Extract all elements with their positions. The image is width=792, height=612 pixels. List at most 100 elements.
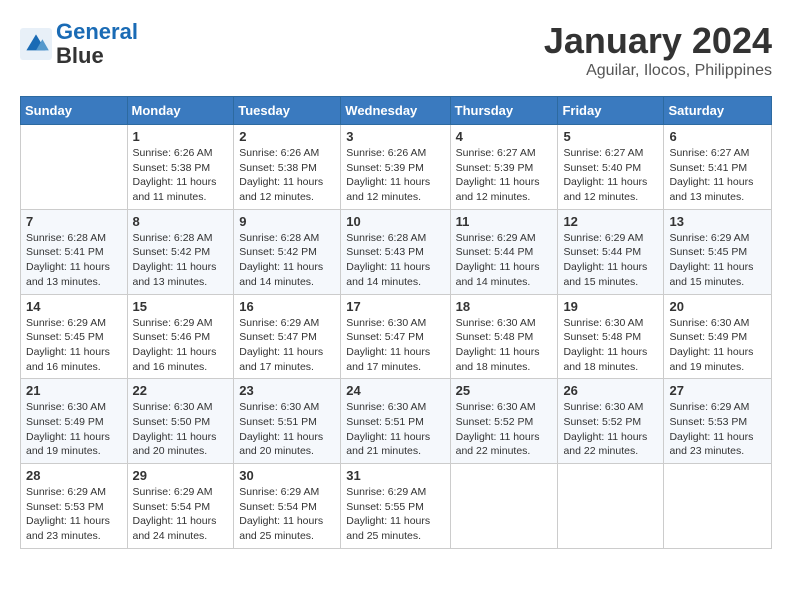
calendar-header: SundayMondayTuesdayWednesdayThursdayFrid… xyxy=(21,97,772,125)
day-number: 13 xyxy=(669,214,766,229)
day-number: 8 xyxy=(133,214,229,229)
calendar-cell: 27 Sunrise: 6:29 AM Sunset: 5:53 PM Dayli… xyxy=(664,379,772,464)
day-number: 30 xyxy=(239,468,335,483)
day-number: 25 xyxy=(456,383,553,398)
weekday-header-saturday: Saturday xyxy=(664,97,772,125)
calendar-cell: 3 Sunrise: 6:26 AM Sunset: 5:39 PM Daylig… xyxy=(341,125,450,210)
calendar-week-5: 28 Sunrise: 6:29 AM Sunset: 5:53 PM Dayli… xyxy=(21,464,772,549)
calendar-cell: 8Sunrise: 6:28 AM Sunset: 5:42 PM Daylig… xyxy=(127,209,234,294)
calendar-cell: 25 Sunrise: 6:30 AM Sunset: 5:52 PM Dayli… xyxy=(450,379,558,464)
day-number: 27 xyxy=(669,383,766,398)
day-number: 22 xyxy=(133,383,229,398)
calendar-week-1: 1Sunrise: 6:26 AM Sunset: 5:38 PM Daylig… xyxy=(21,125,772,210)
day-info: Sunrise: 6:30 AM Sunset: 5:49 PM Dayligh… xyxy=(669,316,766,375)
logo-icon xyxy=(20,28,52,60)
day-number: 4 xyxy=(456,129,553,144)
day-info: Sunrise: 6:30 AM Sunset: 5:48 PM Dayligh… xyxy=(456,316,553,375)
day-info: Sunrise: 6:30 AM Sunset: 5:51 PM Dayligh… xyxy=(239,400,335,459)
calendar-cell: 23 Sunrise: 6:30 AM Sunset: 5:51 PM Dayli… xyxy=(234,379,341,464)
day-number: 24 xyxy=(346,383,444,398)
calendar-cell: 31 Sunrise: 6:29 AM Sunset: 5:55 PM Dayli… xyxy=(341,464,450,549)
calendar-cell xyxy=(21,125,128,210)
calendar-cell: 12 Sunrise: 6:29 AM Sunset: 5:44 PM Dayli… xyxy=(558,209,664,294)
day-info: Sunrise: 6:29 AM Sunset: 5:45 PM Dayligh… xyxy=(669,231,766,290)
calendar-cell: 22 Sunrise: 6:30 AM Sunset: 5:50 PM Dayli… xyxy=(127,379,234,464)
calendar-cell: 18 Sunrise: 6:30 AM Sunset: 5:48 PM Dayli… xyxy=(450,294,558,379)
day-info: Sunrise: 6:29 AM Sunset: 5:44 PM Dayligh… xyxy=(563,231,658,290)
calendar-cell: 4 Sunrise: 6:27 AM Sunset: 5:39 PM Daylig… xyxy=(450,125,558,210)
calendar-cell: 30 Sunrise: 6:29 AM Sunset: 5:54 PM Dayli… xyxy=(234,464,341,549)
weekday-header-friday: Friday xyxy=(558,97,664,125)
day-info: Sunrise: 6:29 AM Sunset: 5:47 PM Dayligh… xyxy=(239,316,335,375)
day-info: Sunrise: 6:26 AM Sunset: 5:39 PM Dayligh… xyxy=(346,146,444,205)
day-number: 7 xyxy=(26,214,122,229)
calendar-cell: 6 Sunrise: 6:27 AM Sunset: 5:41 PM Daylig… xyxy=(664,125,772,210)
calendar-cell: 29Sunrise: 6:29 AM Sunset: 5:54 PM Dayli… xyxy=(127,464,234,549)
calendar-cell: 1Sunrise: 6:26 AM Sunset: 5:38 PM Daylig… xyxy=(127,125,234,210)
weekday-header-row: SundayMondayTuesdayWednesdayThursdayFrid… xyxy=(21,97,772,125)
calendar-cell: 2 Sunrise: 6:26 AM Sunset: 5:38 PM Daylig… xyxy=(234,125,341,210)
day-number: 28 xyxy=(26,468,122,483)
day-number: 11 xyxy=(456,214,553,229)
calendar-cell: 16 Sunrise: 6:29 AM Sunset: 5:47 PM Dayli… xyxy=(234,294,341,379)
day-info: Sunrise: 6:29 AM Sunset: 5:54 PM Dayligh… xyxy=(239,485,335,544)
calendar-cell: 19Sunrise: 6:30 AM Sunset: 5:48 PM Dayli… xyxy=(558,294,664,379)
calendar-cell: 15 Sunrise: 6:29 AM Sunset: 5:46 PM Dayli… xyxy=(127,294,234,379)
calendar-cell: 14 Sunrise: 6:29 AM Sunset: 5:45 PM Dayli… xyxy=(21,294,128,379)
page-header: General Blue January 2024 Aguilar, Iloco… xyxy=(20,20,772,80)
day-number: 15 xyxy=(133,299,229,314)
day-number: 14 xyxy=(26,299,122,314)
day-info: Sunrise: 6:30 AM Sunset: 5:50 PM Dayligh… xyxy=(133,400,229,459)
calendar-cell: 28 Sunrise: 6:29 AM Sunset: 5:53 PM Dayli… xyxy=(21,464,128,549)
day-number: 3 xyxy=(346,129,444,144)
day-info: Sunrise: 6:30 AM Sunset: 5:52 PM Dayligh… xyxy=(456,400,553,459)
day-info: Sunrise: 6:29 AM Sunset: 5:45 PM Dayligh… xyxy=(26,316,122,375)
calendar-cell: 26Sunrise: 6:30 AM Sunset: 5:52 PM Dayli… xyxy=(558,379,664,464)
day-info: Sunrise: 6:30 AM Sunset: 5:51 PM Dayligh… xyxy=(346,400,444,459)
calendar-cell xyxy=(664,464,772,549)
location-subtitle: Aguilar, Ilocos, Philippines xyxy=(544,62,772,80)
calendar-week-2: 7Sunrise: 6:28 AM Sunset: 5:41 PM Daylig… xyxy=(21,209,772,294)
day-info: Sunrise: 6:29 AM Sunset: 5:54 PM Dayligh… xyxy=(133,485,229,544)
calendar-body: 1Sunrise: 6:26 AM Sunset: 5:38 PM Daylig… xyxy=(21,125,772,549)
day-number: 6 xyxy=(669,129,766,144)
day-number: 20 xyxy=(669,299,766,314)
calendar-cell xyxy=(450,464,558,549)
day-info: Sunrise: 6:26 AM Sunset: 5:38 PM Dayligh… xyxy=(239,146,335,205)
logo: General Blue xyxy=(20,20,138,68)
calendar-cell: 10Sunrise: 6:28 AM Sunset: 5:43 PM Dayli… xyxy=(341,209,450,294)
day-number: 12 xyxy=(563,214,658,229)
day-number: 16 xyxy=(239,299,335,314)
day-info: Sunrise: 6:29 AM Sunset: 5:46 PM Dayligh… xyxy=(133,316,229,375)
calendar-cell: 17Sunrise: 6:30 AM Sunset: 5:47 PM Dayli… xyxy=(341,294,450,379)
calendar-cell: 21Sunrise: 6:30 AM Sunset: 5:49 PM Dayli… xyxy=(21,379,128,464)
weekday-header-thursday: Thursday xyxy=(450,97,558,125)
day-info: Sunrise: 6:30 AM Sunset: 5:47 PM Dayligh… xyxy=(346,316,444,375)
calendar-cell xyxy=(558,464,664,549)
weekday-header-wednesday: Wednesday xyxy=(341,97,450,125)
day-info: Sunrise: 6:27 AM Sunset: 5:40 PM Dayligh… xyxy=(563,146,658,205)
calendar-cell: 9Sunrise: 6:28 AM Sunset: 5:42 PM Daylig… xyxy=(234,209,341,294)
weekday-header-tuesday: Tuesday xyxy=(234,97,341,125)
day-info: Sunrise: 6:30 AM Sunset: 5:48 PM Dayligh… xyxy=(563,316,658,375)
month-title: January 2024 xyxy=(544,20,772,62)
day-info: Sunrise: 6:29 AM Sunset: 5:44 PM Dayligh… xyxy=(456,231,553,290)
day-number: 31 xyxy=(346,468,444,483)
title-block: January 2024 Aguilar, Ilocos, Philippine… xyxy=(544,20,772,80)
calendar-cell: 24 Sunrise: 6:30 AM Sunset: 5:51 PM Dayli… xyxy=(341,379,450,464)
day-info: Sunrise: 6:30 AM Sunset: 5:52 PM Dayligh… xyxy=(563,400,658,459)
day-info: Sunrise: 6:27 AM Sunset: 5:39 PM Dayligh… xyxy=(456,146,553,205)
day-info: Sunrise: 6:27 AM Sunset: 5:41 PM Dayligh… xyxy=(669,146,766,205)
day-number: 2 xyxy=(239,129,335,144)
weekday-header-sunday: Sunday xyxy=(21,97,128,125)
day-number: 5 xyxy=(563,129,658,144)
day-info: Sunrise: 6:29 AM Sunset: 5:55 PM Dayligh… xyxy=(346,485,444,544)
day-info: Sunrise: 6:28 AM Sunset: 5:43 PM Dayligh… xyxy=(346,231,444,290)
calendar-week-4: 21Sunrise: 6:30 AM Sunset: 5:49 PM Dayli… xyxy=(21,379,772,464)
day-info: Sunrise: 6:29 AM Sunset: 5:53 PM Dayligh… xyxy=(26,485,122,544)
day-number: 23 xyxy=(239,383,335,398)
day-info: Sunrise: 6:29 AM Sunset: 5:53 PM Dayligh… xyxy=(669,400,766,459)
calendar-cell: 5 Sunrise: 6:27 AM Sunset: 5:40 PM Daylig… xyxy=(558,125,664,210)
day-number: 18 xyxy=(456,299,553,314)
calendar-cell: 13 Sunrise: 6:29 AM Sunset: 5:45 PM Dayli… xyxy=(664,209,772,294)
